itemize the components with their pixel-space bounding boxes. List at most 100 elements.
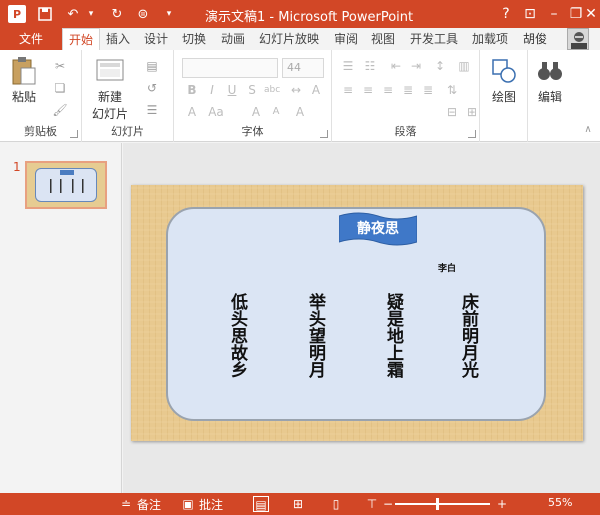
editing-button[interactable]: 编辑 [532,56,568,105]
tab-design[interactable]: 设计 [144,28,168,50]
user-name[interactable]: 胡俊 [523,28,547,50]
customize-toolbar-icon[interactable]: ▾ [160,5,178,23]
paragraph-launcher-icon[interactable] [468,130,476,138]
clipboard-icon [9,56,39,86]
zoom-level[interactable]: 55% [548,496,572,509]
collapse-ribbon-icon[interactable]: ∧ [580,122,596,138]
line-spacing-icon[interactable]: ↕ [432,58,448,74]
undo-icon[interactable]: ↶ [64,5,82,23]
tab-addins[interactable]: 加载项 [472,28,508,50]
editing-label: 编辑 [537,90,562,104]
slides-group-label: 幻灯片 [111,125,144,138]
redo-icon[interactable]: ↻ [108,5,126,23]
text-direction-icon[interactable]: ⇅ [444,82,460,98]
font-group: 44 B I U S abc ↔ A A Aa A A A 字体 [174,50,332,142]
tab-view[interactable]: 视图 [371,28,395,50]
poem-frame: 静夜思 李白 床前明月光 疑是地上霜 举头望明月 低头思故乡 [166,207,546,421]
strikethrough-icon[interactable]: abc [264,82,280,98]
paste-button[interactable]: 粘贴 [6,56,42,105]
editing-group: 编辑 [528,50,570,142]
change-case-icon[interactable]: Aa [208,104,224,120]
ribbon-options-icon[interactable]: ⊡ [520,4,540,24]
font-launcher-icon[interactable] [320,130,328,138]
reading-view-icon[interactable]: ▯ [328,496,344,512]
font-name-combo[interactable] [182,58,278,78]
zoom-slider-handle[interactable] [436,498,439,510]
format-painter-icon[interactable]: 🖌 [52,102,68,118]
numbering-icon[interactable]: ☷ [362,58,378,74]
normal-view-icon[interactable]: ▤ [253,496,269,512]
start-from-beginning-icon[interactable]: ⊜ [134,5,152,23]
avatar[interactable] [567,28,589,50]
align-left-icon[interactable]: ≡ [340,82,356,98]
drawing-group: 绘图 [480,50,528,142]
tab-home[interactable]: 开始 [62,28,101,51]
drawing-button[interactable]: 绘图 [486,56,522,105]
poem-line-4: 低头思故乡 [227,293,247,378]
tab-review[interactable]: 审阅 [334,28,358,50]
italic-icon[interactable]: I [204,82,220,98]
tab-animations[interactable]: 动画 [221,28,245,50]
poem-line-1: 床前明月光 [458,293,478,378]
tab-file[interactable]: 文件 [0,28,62,50]
justify-icon[interactable]: ≣ [400,82,416,98]
layout-icon[interactable]: ▤ [144,58,160,74]
restore-button[interactable]: ❐ [566,4,586,24]
bold-icon[interactable]: B [184,82,200,98]
bullets-icon[interactable]: ☰ [340,58,356,74]
shadow-icon[interactable]: S [244,82,260,98]
chevron-down-icon[interactable]: ▾ [82,5,100,23]
comments-icon: ▣ [182,497,194,511]
increase-indent-icon[interactable]: ⇥ [408,58,424,74]
align-text-icon[interactable]: ⊟ [444,104,460,120]
font-color-icon[interactable]: A [184,104,200,120]
binoculars-icon [535,56,565,86]
cut-icon[interactable]: ✂ [52,58,68,74]
increase-font-icon[interactable]: A [248,104,264,120]
new-slide-button[interactable]: 新建 幻灯片 [88,56,132,122]
tab-insert[interactable]: 插入 [106,28,130,50]
slide-sorter-icon[interactable]: ⊞ [290,496,306,512]
tab-developer[interactable]: 开发工具 [410,28,458,50]
char-spacing-icon[interactable]: ↔ [288,82,304,98]
section-icon[interactable]: ☰ [144,102,160,118]
clipboard-launcher-icon[interactable] [70,130,78,138]
columns-icon[interactable]: ▥ [456,58,472,74]
font-size-combo[interactable]: 44 [282,58,324,78]
align-center-icon[interactable]: ≡ [360,82,376,98]
minimize-button[interactable]: – [544,4,564,24]
highlight-icon[interactable]: A [292,104,308,120]
notes-button[interactable]: 备注 [137,496,161,513]
close-button[interactable]: ✕ [584,4,598,24]
distribute-icon[interactable]: ≣ [420,82,436,98]
decrease-font-icon[interactable]: A [268,104,284,120]
zoom-in-icon[interactable]: + [494,496,510,512]
help-icon[interactable]: ? [496,4,516,24]
clear-format-icon[interactable]: A [308,82,324,98]
status-bar: ≐ 备注 ▣ 批注 ▤ ⊞ ▯ ⊤ − + 55% [0,493,600,515]
new-slide-label-2: 幻灯片 [91,107,128,121]
new-slide-label: 新建 [97,90,122,104]
copy-icon[interactable]: ❏ [52,80,68,96]
tab-slideshow[interactable]: 幻灯片放映 [259,28,319,50]
reset-icon[interactable]: ↺ [144,80,160,96]
poem-line-2: 疑是地上霜 [383,293,403,378]
window-title: 演示文稿1 - Microsoft PowerPoint [205,10,414,25]
smartart-icon[interactable]: ⊞ [464,104,480,120]
save-icon[interactable] [36,5,54,23]
zoom-slider[interactable] [395,503,490,505]
slideshow-view-icon[interactable]: ⊤ [364,496,380,512]
align-right-icon[interactable]: ≡ [380,82,396,98]
title-bar: P ↶ ▾ ↻ ⊜ ▾ 演示文稿1 - Microsoft PowerPoint… [0,0,600,28]
decrease-indent-icon[interactable]: ⇤ [388,58,404,74]
slide-thumbnail[interactable] [25,161,107,209]
slide[interactable]: 静夜思 李白 床前明月光 疑是地上霜 举头望明月 低头思故乡 [131,185,583,441]
underline-icon[interactable]: U [224,82,240,98]
comments-button[interactable]: 批注 [199,496,223,513]
zoom-out-icon[interactable]: − [380,496,396,512]
slide-thumbnail-preview [35,168,97,202]
shapes-icon [489,56,519,86]
paragraph-group: ☰ ☷ ⇤ ⇥ ↕ ▥ ≡ ≡ ≡ ≣ ≣ ⇅ ⊟ ⊞ 段落 [332,50,480,142]
tab-transitions[interactable]: 切换 [182,28,206,50]
powerpoint-logo-icon: P [8,5,26,23]
